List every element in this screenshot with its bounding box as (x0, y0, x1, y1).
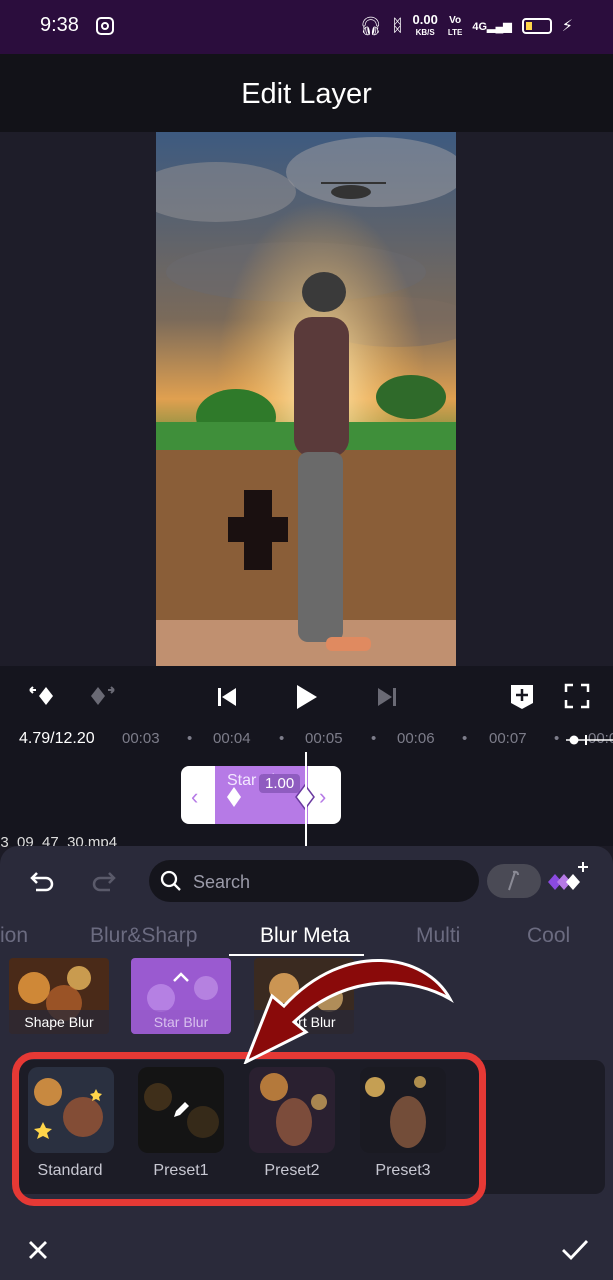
keyframe-next-icon[interactable] (88, 684, 116, 708)
tick-dot: • (371, 730, 377, 747)
timeline-scrubber[interactable] (566, 732, 613, 745)
video-preview[interactable] (156, 132, 456, 666)
clip-right-handle-icon[interactable]: › (319, 784, 326, 810)
annotation-arrow-icon (236, 944, 456, 1066)
tick-dot: • (554, 730, 560, 747)
status-bar: 9:38 🎧︎ ᛥ 0.00 KB/S Vo LTE 4G▂▄▆ ⚡︎ (0, 0, 613, 54)
battery-icon (521, 18, 552, 34)
effect-clip[interactable]: Star Blur 1.00 ‹ › (181, 766, 341, 824)
clip-left-handle-icon[interactable]: ‹ (191, 784, 198, 810)
redo-icon[interactable] (90, 866, 118, 894)
tab-action[interactable]: ion (0, 924, 28, 948)
tick-label: 00:07 (489, 730, 527, 747)
highlight-box (12, 1052, 486, 1206)
search-bar[interactable] (149, 860, 479, 902)
search-input[interactable] (191, 868, 465, 896)
headphones-icon: 🎧︎ (359, 15, 383, 36)
playhead[interactable] (305, 752, 307, 848)
tick-dot: • (187, 730, 193, 747)
page-title: Edit Layer (241, 78, 372, 110)
tick-label: 00:05 (305, 730, 343, 747)
fullscreen-icon[interactable] (564, 683, 590, 709)
volte-icon: Vo LTE (447, 15, 463, 37)
signal-icon: 4G▂▄▆ (472, 20, 512, 33)
skip-forward-icon[interactable] (376, 686, 398, 708)
net-speed: 0.00 KB/S (412, 12, 438, 37)
confirm-check-icon[interactable] (560, 1238, 590, 1262)
tick-dot: • (462, 730, 468, 747)
category-label: Shape Blur (9, 1010, 109, 1034)
keyframe-diamond-icon[interactable] (226, 786, 242, 813)
tick-dot: • (279, 730, 285, 747)
tick-label: 00:03 (122, 730, 160, 747)
chevron-up-icon (172, 970, 190, 989)
tick-label: 00:04 (213, 730, 251, 747)
keyframe-prev-icon[interactable] (28, 684, 56, 708)
close-icon[interactable] (26, 1238, 50, 1262)
tick-label: 00:06 (397, 730, 435, 747)
app-header: Edit Layer (0, 54, 613, 132)
skip-back-icon[interactable] (216, 686, 238, 708)
tab-cool[interactable]: Cool (527, 924, 570, 948)
play-button[interactable] (295, 684, 319, 710)
add-keyframe-icon[interactable] (509, 683, 535, 709)
bluetooth-icon: ᛥ (392, 16, 403, 35)
charging-icon: ⚡︎ (561, 18, 573, 35)
instagram-icon (96, 17, 114, 35)
current-time: 4.79/12.20 (19, 730, 95, 747)
category-label: Star Blur (131, 1010, 231, 1034)
category-star-blur[interactable]: Star Blur (131, 958, 231, 1034)
status-icons: 🎧︎ ᛥ 0.00 KB/S Vo LTE 4G▂▄▆ ⚡︎ (359, 12, 573, 38)
undo-icon[interactable] (28, 866, 56, 894)
add-effect-icon[interactable] (547, 860, 593, 900)
category-shape-blur[interactable]: Shape Blur (9, 958, 109, 1034)
custom-toggle-icon[interactable] (487, 864, 541, 898)
status-time: 9:38 (40, 14, 79, 36)
search-icon (159, 869, 183, 898)
tab-blur-sharp[interactable]: Blur&Sharp (90, 924, 197, 948)
preview-image (156, 132, 456, 666)
